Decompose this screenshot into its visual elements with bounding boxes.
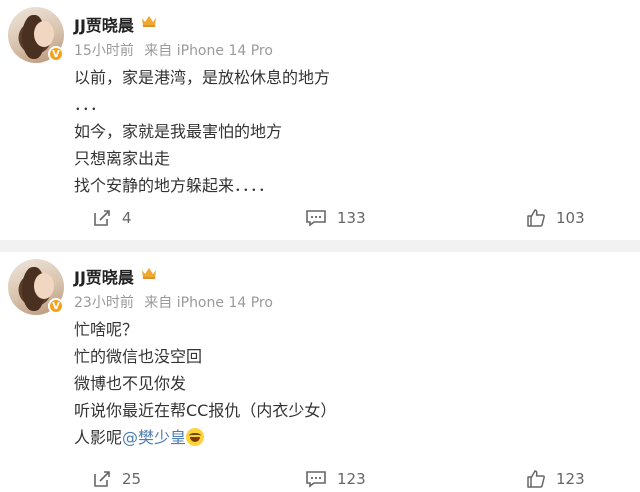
- like-button[interactable]: 123: [526, 466, 585, 492]
- post-time: 23小时前: [74, 295, 134, 311]
- post-body: 忙啥呢？ 忙的微信也没空回 微博也不见你发 听说你最近在帮CC报仇（内衣少女） …: [74, 316, 336, 451]
- post-actions: 25 123 123: [0, 466, 640, 492]
- post-meta: 15小时前 来自 iPhone 14 Pro: [74, 40, 279, 60]
- post-line-text: 人影呢: [74, 428, 123, 447]
- post-line: ．．．: [74, 95, 107, 114]
- weibo-post-1: V JJ贾晓晨 15小时前 来自 iPhone 14 Pro 以前，家是港湾，是…: [0, 0, 640, 240]
- thumbs-up-icon: [527, 470, 545, 488]
- like-count: 123: [556, 470, 585, 488]
- repost-count: 25: [122, 470, 142, 488]
- post-source: 来自 iPhone 14 Pro: [144, 295, 273, 311]
- comment-count: 123: [337, 470, 366, 488]
- comment-button[interactable]: 123: [305, 466, 366, 492]
- comment-icon: [306, 210, 326, 227]
- weibo-post-2: V JJ贾晓晨 23小时前 来自 iPhone 14 Pro 忙啥呢？ 忙的微信…: [0, 252, 640, 492]
- post-line: 微博也不见你发: [74, 374, 187, 393]
- repost-icon: [94, 471, 110, 487]
- post-line: 如今，家就是我最害怕的地方: [74, 122, 283, 141]
- post-body: 以前，家是港湾，是放松休息的地方 ．．． 如今，家就是我最害怕的地方 只想离家出…: [74, 64, 330, 199]
- repost-button[interactable]: 25: [92, 466, 141, 492]
- repost-count: 4: [122, 209, 132, 227]
- post-divider: [0, 240, 640, 252]
- like-count: 103: [556, 209, 585, 227]
- post-time: 15小时前: [74, 43, 134, 59]
- thumbs-up-icon: [527, 209, 545, 227]
- post-source: 来自 iPhone 14 Pro: [144, 43, 273, 59]
- like-button[interactable]: 103: [526, 205, 585, 231]
- repost-icon: [94, 210, 110, 226]
- post-line: 听说你最近在帮CC报仇（内衣少女）: [74, 401, 337, 420]
- author-name[interactable]: JJ贾晓晨: [74, 264, 134, 288]
- author-name[interactable]: JJ贾晓晨: [74, 12, 134, 36]
- verified-badge-icon: V: [48, 46, 64, 62]
- post-line: 找个安静的地方躲起来．．．．: [74, 176, 275, 195]
- laughing-tears-emoji-icon: [186, 428, 205, 446]
- comment-button[interactable]: 133: [305, 205, 366, 231]
- comment-icon: [306, 471, 326, 488]
- post-actions: 4 133 103: [0, 205, 640, 231]
- crown-icon: [140, 264, 158, 282]
- repost-button[interactable]: 4: [92, 205, 132, 231]
- post-line: 忙的微信也没空回: [74, 347, 203, 366]
- crown-icon: [140, 12, 158, 30]
- comment-count: 133: [337, 209, 366, 227]
- post-line: 只想离家出走: [74, 149, 171, 168]
- mention-link[interactable]: @樊少皇: [122, 428, 186, 447]
- verified-badge-icon: V: [48, 298, 64, 314]
- post-line: 以前，家是港湾，是放松休息的地方: [74, 68, 331, 87]
- post-line: 人影呢@樊少皇: [74, 424, 336, 451]
- post-line: 忙啥呢？: [74, 320, 139, 339]
- post-meta: 23小时前 来自 iPhone 14 Pro: [74, 292, 279, 312]
